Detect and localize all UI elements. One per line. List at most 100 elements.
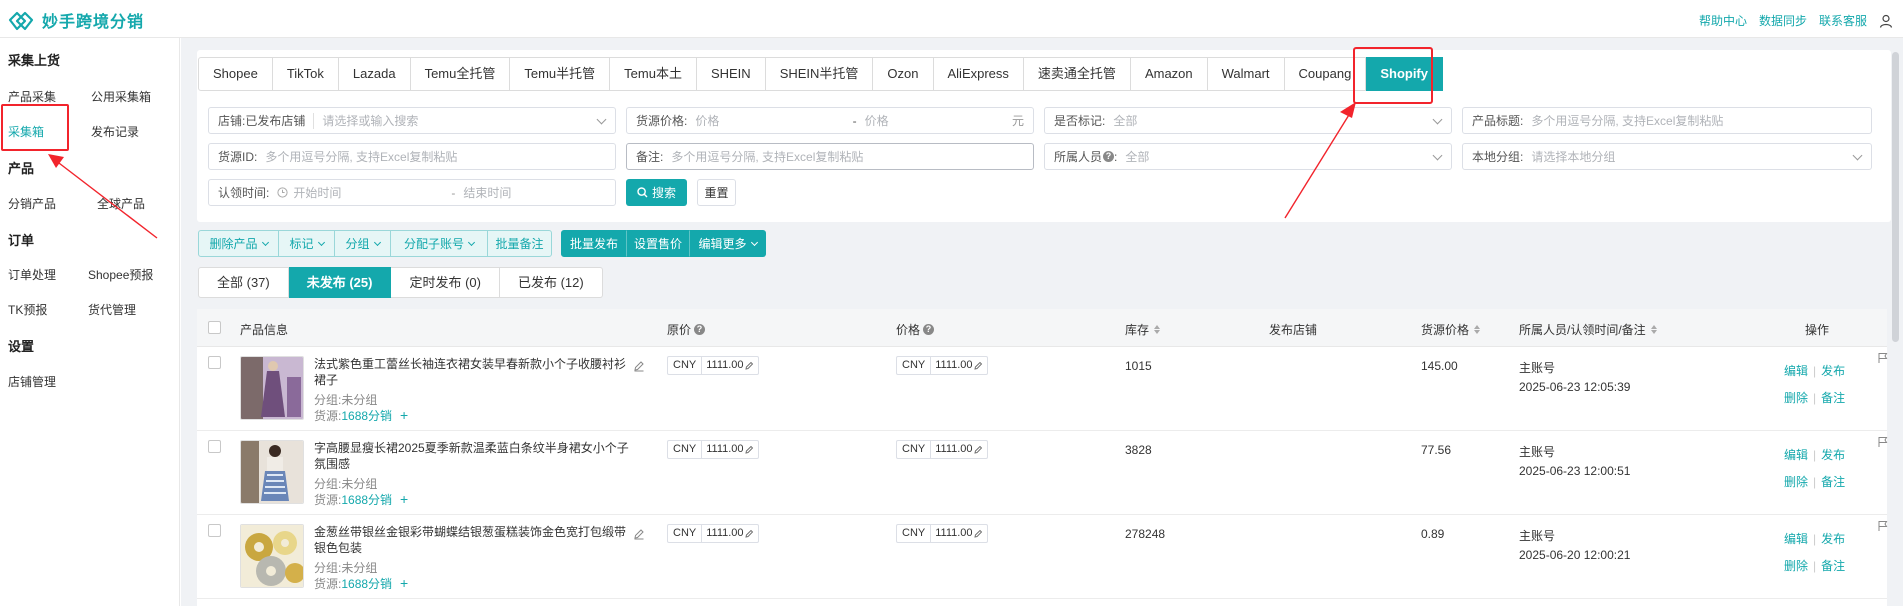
product-title[interactable]: 字高腰显瘦长裙2025夏季新款温柔蓝白条纹半身裙女小个子氛围感 [314, 440, 632, 472]
edit-pen-icon[interactable] [633, 528, 645, 540]
set-price-button[interactable]: 设置售价 [626, 230, 690, 257]
sidebar-item-publish-records[interactable]: 发布记录 [91, 123, 139, 140]
product-thumbnail[interactable] [240, 356, 304, 420]
tab-walmart[interactable]: Walmart [1207, 57, 1285, 91]
store-search-placeholder[interactable]: 请选择或输入搜索 [322, 112, 418, 129]
row-checkbox[interactable] [208, 440, 221, 453]
product-title[interactable]: 金葱丝带银丝金银彩带蝴蝶结银葱蛋糕装饰金色宽打包缎带银色包装 [314, 524, 632, 556]
group-button[interactable]: 分组 [334, 230, 391, 257]
publish-link[interactable]: 发布 [1821, 448, 1845, 462]
tab-aliexpress-full[interactable]: 速卖通全托管 [1023, 57, 1131, 91]
publish-link[interactable]: 发布 [1821, 532, 1845, 546]
sidebar-item-distribution-products[interactable]: 分销产品 [8, 195, 56, 212]
app-logo[interactable]: 妙手跨境分销 [8, 8, 144, 32]
col-owner-time-remark[interactable]: 所属人员/认领时间/备注 [1519, 321, 1657, 338]
edit-link[interactable]: 编辑 [1784, 364, 1808, 378]
sort-icon[interactable] [1154, 325, 1161, 334]
sort-icon[interactable] [1474, 325, 1481, 334]
remark-filter[interactable]: 备注: 多个用逗号分隔, 支持Excel复制粘贴 [626, 143, 1034, 170]
remark-link[interactable]: 备注 [1821, 391, 1845, 405]
edit-more-button[interactable]: 编辑更多 [689, 230, 766, 257]
tab-scheduled[interactable]: 定时发布 (0) [391, 267, 500, 298]
remark-link[interactable]: 备注 [1821, 475, 1845, 489]
product-title-input[interactable]: 多个用逗号分隔, 支持Excel复制粘贴 [1531, 112, 1723, 129]
edit-pen-icon[interactable] [633, 360, 645, 372]
price-max-input[interactable]: 价格 [865, 112, 1012, 129]
tab-tiktok[interactable]: TikTok [272, 57, 339, 91]
delete-link[interactable]: 删除 [1784, 475, 1808, 489]
local-group-filter[interactable]: 本地分组: 请选择本地分组 [1462, 143, 1872, 170]
sort-icon[interactable] [1650, 325, 1657, 334]
owner-filter[interactable]: 所属人员 ? : 全部 [1044, 143, 1452, 170]
product-thumbnail[interactable] [240, 524, 304, 588]
flag-icon[interactable] [1877, 520, 1889, 532]
remark-link[interactable]: 备注 [1821, 559, 1845, 573]
source-id-input[interactable]: 多个用逗号分隔, 支持Excel复制粘贴 [265, 148, 457, 165]
source-link[interactable]: 1688分销 [341, 409, 392, 423]
data-sync-link[interactable]: 数据同步 [1759, 12, 1807, 29]
tab-shopee[interactable]: Shopee [198, 57, 273, 91]
remark-input[interactable]: 多个用逗号分隔, 支持Excel复制粘贴 [671, 148, 863, 165]
price-field[interactable]: CNY 1111.00 [896, 440, 988, 459]
batch-remark-button[interactable]: 批量备注 [487, 230, 552, 257]
tab-shein[interactable]: SHEIN [696, 57, 766, 91]
original-price-field[interactable]: CNY 1111.00 [667, 524, 759, 543]
delete-link[interactable]: 删除 [1784, 391, 1808, 405]
search-button[interactable]: 搜索 [626, 179, 687, 206]
edit-link[interactable]: 编辑 [1784, 448, 1808, 462]
mark-button[interactable]: 标记 [278, 230, 335, 257]
sidebar-item-store-management[interactable]: 店铺管理 [8, 373, 56, 390]
sidebar-item-shopee-forecast[interactable]: Shopee预报 [88, 266, 153, 283]
tab-coupang[interactable]: Coupang [1284, 57, 1367, 91]
tab-aliexpress[interactable]: AliExpress [933, 57, 1024, 91]
plus-icon[interactable]: + [400, 491, 408, 507]
select-all-checkbox[interactable] [208, 321, 221, 334]
row-checkbox[interactable] [208, 524, 221, 537]
sidebar-item-order-processing[interactable]: 订单处理 [8, 266, 56, 283]
plus-icon[interactable]: + [400, 407, 408, 423]
tab-lazada[interactable]: Lazada [338, 57, 411, 91]
sidebar-item-public-collect-box[interactable]: 公用采集箱 [91, 88, 151, 105]
price-field[interactable]: CNY 1111.00 [896, 524, 988, 543]
tab-published[interactable]: 已发布 (12) [499, 267, 603, 298]
col-source-price[interactable]: 货源价格 [1421, 321, 1481, 338]
marked-filter[interactable]: 是否标记: 全部 [1044, 107, 1452, 134]
end-time-input[interactable]: 结束时间 [463, 184, 511, 201]
edit-link[interactable]: 编辑 [1784, 532, 1808, 546]
original-price-field[interactable]: CNY 1111.00 [667, 356, 759, 375]
sidebar-item-global-products[interactable]: 全球产品 [97, 195, 145, 212]
help-center-link[interactable]: 帮助中心 [1699, 12, 1747, 29]
contact-support-link[interactable]: 联系客服 [1819, 12, 1867, 29]
batch-publish-button[interactable]: 批量发布 [561, 230, 627, 257]
scrollbar-thumb[interactable] [1892, 52, 1899, 342]
plus-icon[interactable]: + [400, 575, 408, 591]
product-title[interactable]: 法式紫色重工蕾丝长袖连衣裙女装早春新款小个子收腰衬衫裙子 [314, 356, 632, 388]
tab-unpublished[interactable]: 未发布 (25) [288, 267, 392, 298]
tab-temu-semi[interactable]: Temu半托管 [510, 57, 611, 91]
tab-ozon[interactable]: Ozon [873, 57, 934, 91]
source-link[interactable]: 1688分销 [341, 577, 392, 591]
tab-amazon[interactable]: Amazon [1130, 57, 1208, 91]
source-id-filter[interactable]: 货源ID: 多个用逗号分隔, 支持Excel复制粘贴 [208, 143, 616, 170]
start-time-input[interactable]: 开始时间 [293, 184, 443, 201]
delete-products-button[interactable]: 删除产品 [198, 230, 279, 257]
delete-link[interactable]: 删除 [1784, 559, 1808, 573]
col-stock[interactable]: 库存 [1125, 321, 1161, 338]
sidebar-item-product-collect[interactable]: 产品采集 [8, 88, 56, 105]
flag-icon[interactable] [1877, 352, 1889, 364]
sidebar-item-forwarder-management[interactable]: 货代管理 [88, 301, 136, 318]
product-title-filter[interactable]: 产品标题: 多个用逗号分隔, 支持Excel复制粘贴 [1462, 107, 1872, 134]
assign-subaccount-button[interactable]: 分配子账号 [390, 230, 488, 257]
tab-temu-local[interactable]: Temu本土 [610, 57, 697, 91]
price-field[interactable]: CNY 1111.00 [896, 356, 988, 375]
product-thumbnail[interactable] [240, 440, 304, 504]
source-link[interactable]: 1688分销 [341, 493, 392, 507]
user-icon[interactable] [1879, 14, 1893, 28]
flag-icon[interactable] [1877, 436, 1889, 448]
publish-link[interactable]: 发布 [1821, 364, 1845, 378]
tab-temu-full[interactable]: Temu全托管 [410, 57, 511, 91]
tab-shein-semi[interactable]: SHEIN半托管 [765, 57, 874, 91]
reset-button[interactable]: 重置 [697, 179, 736, 206]
tab-all[interactable]: 全部 (37) [198, 267, 289, 298]
price-min-input[interactable]: 价格 [695, 112, 844, 129]
